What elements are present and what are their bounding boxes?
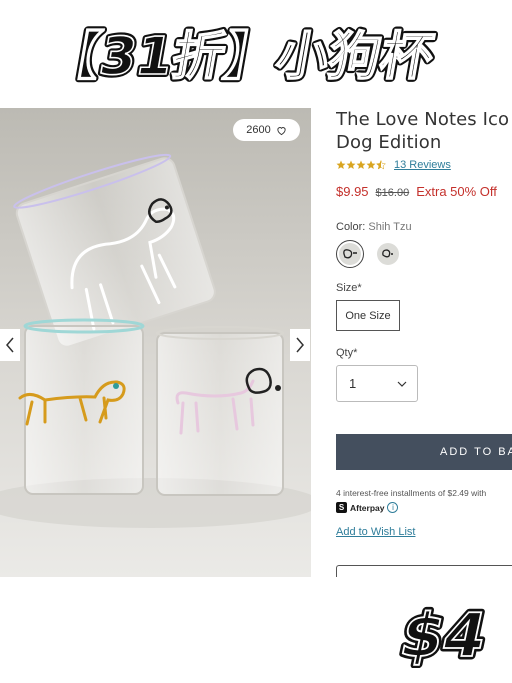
product-title-line2: Dog Edition	[336, 132, 442, 153]
info-icon[interactable]: i	[387, 502, 399, 513]
banner-title-text-fill: 【31折】小狗杯	[43, 26, 439, 87]
rating-row: 13 Reviews	[336, 159, 512, 171]
swatch-shih-tzu[interactable]	[336, 240, 364, 268]
star-rating	[336, 160, 386, 170]
discount-label: Extra 50% Off	[416, 184, 497, 199]
product-title-line1: The Love Notes Ico	[336, 109, 510, 130]
next-image-button[interactable]	[290, 329, 310, 361]
installments-text: 4 interest-free installments of $2.49 wi…	[336, 488, 487, 498]
color-label: Color: Shih Tzu	[336, 221, 512, 233]
star-icon	[356, 160, 366, 169]
price-row: $9.95 $16.00 Extra 50% Off	[336, 184, 512, 199]
quantity-value: 1	[349, 376, 357, 391]
original-price: $16.00	[375, 187, 410, 199]
prev-image-button[interactable]	[0, 329, 20, 361]
afterpay-row: S Afterpay i	[336, 502, 512, 513]
star-icon	[336, 160, 346, 169]
add-to-bag-button[interactable]: ADD TO BA	[336, 434, 512, 470]
price-sticker: $4 $4	[388, 596, 498, 674]
banner-title: 【31折】小狗杯 【31折】小狗杯	[0, 14, 512, 94]
color-swatches	[336, 240, 512, 268]
reviews-link[interactable]: 13 Reviews	[394, 159, 451, 171]
swatch-alternate[interactable]	[374, 240, 402, 268]
section-divider	[336, 565, 512, 577]
sale-price: $9.95	[336, 184, 369, 199]
product-photo	[0, 108, 311, 577]
like-button[interactable]: 2600	[233, 119, 300, 141]
quantity-label: Qty*	[336, 347, 358, 359]
add-to-wishlist-link[interactable]: Add to Wish List	[336, 526, 415, 538]
chevron-down-icon	[397, 381, 407, 387]
heart-icon	[277, 126, 286, 135]
product-details: The Love Notes Ico Dog Edition 13 Review…	[336, 108, 512, 578]
chevron-right-icon	[296, 337, 304, 353]
quantity-select[interactable]: 1	[336, 365, 418, 402]
color-label-value: Shih Tzu	[368, 221, 412, 233]
half-star-icon	[376, 160, 386, 170]
star-icon	[346, 160, 356, 169]
left-glass-illustration	[18, 318, 145, 495]
afterpay-logo-icon: S	[336, 502, 347, 513]
afterpay-label: Afterpay	[350, 502, 385, 513]
dog-face-icon	[382, 249, 393, 258]
right-glass-illustration	[156, 326, 284, 496]
color-label-key: Color:	[336, 221, 366, 233]
dog-face-icon	[343, 249, 357, 259]
product-image-gallery[interactable]: 2600	[0, 108, 311, 577]
size-option-button[interactable]: One Size	[336, 300, 400, 331]
like-count: 2600	[246, 124, 271, 136]
size-label: Size*	[336, 282, 362, 294]
sticker-price-text: $4	[394, 602, 492, 668]
chevron-left-icon	[6, 337, 14, 353]
star-icon	[366, 160, 376, 169]
